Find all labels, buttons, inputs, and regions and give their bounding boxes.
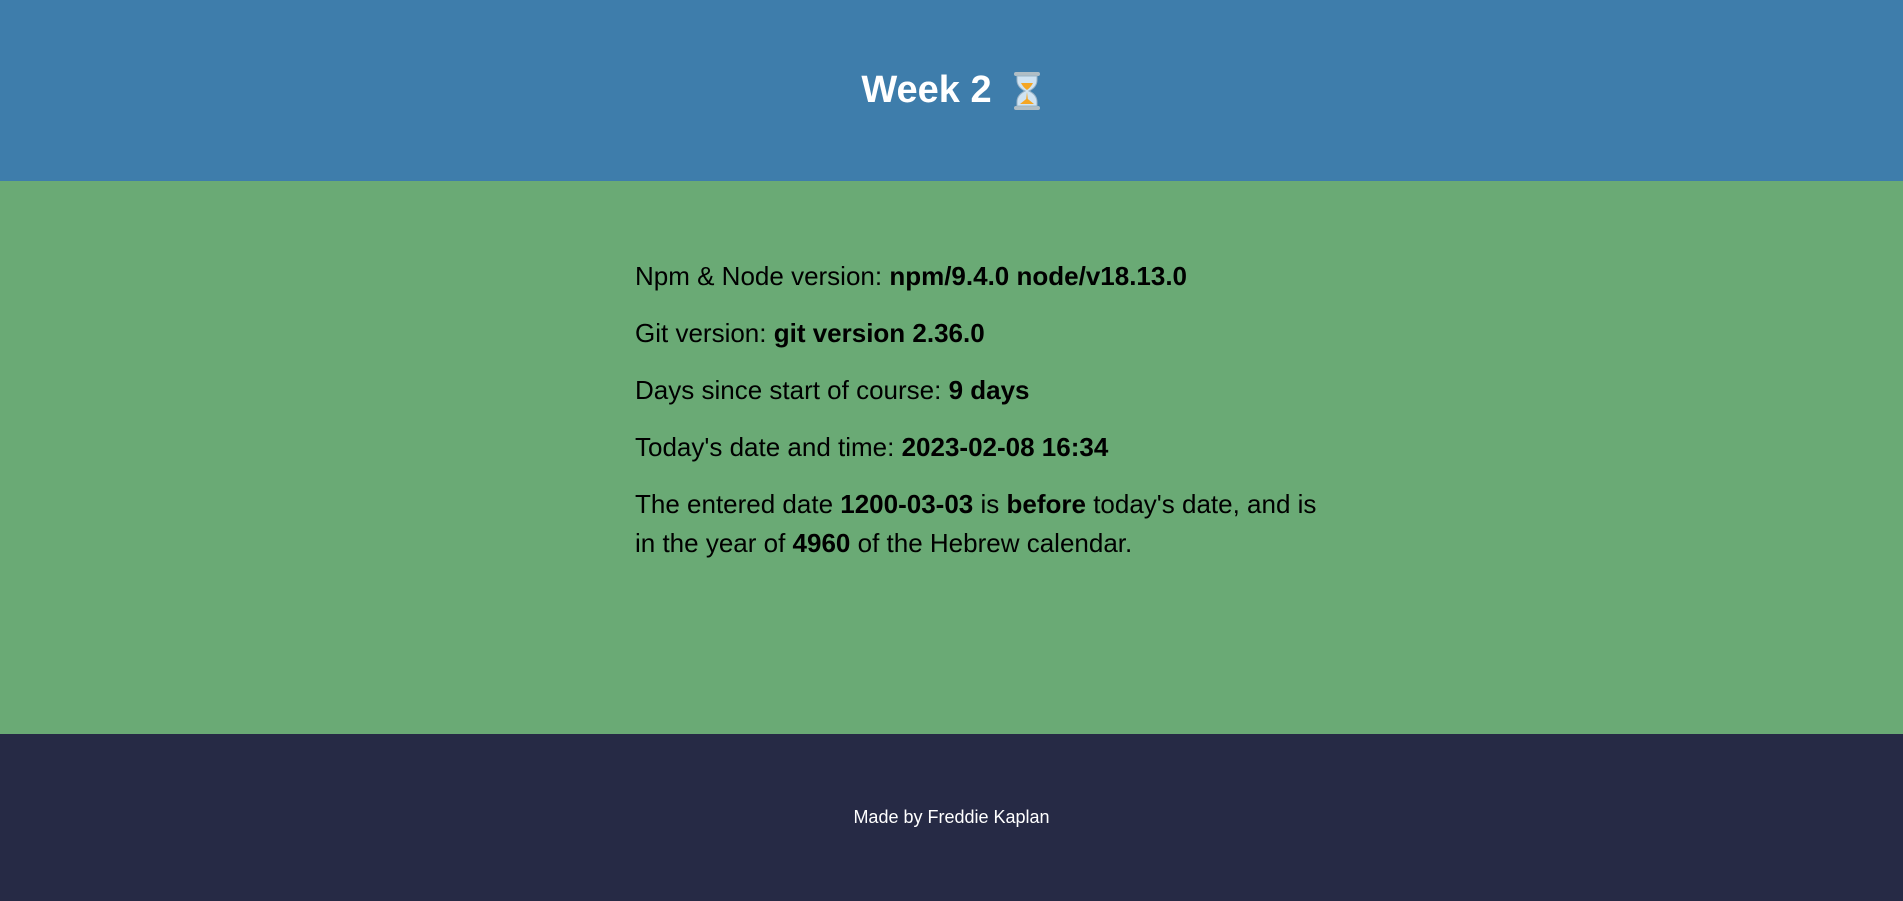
entered-suffix: of the Hebrew calendar. <box>850 528 1133 558</box>
npm-node-value: npm/9.4.0 node/v18.13.0 <box>889 261 1188 291</box>
days-since-start-line: Days since start of course: 9 days <box>635 371 1335 410</box>
today-label: Today's date and time: <box>635 432 902 462</box>
today-value: 2023-02-08 16:34 <box>901 432 1109 462</box>
entered-relation: before <box>1006 489 1086 519</box>
entered-is: is <box>973 489 1007 519</box>
footer-credit: Made by Freddie Kaplan <box>853 807 1050 827</box>
page-header: Week 2 <box>0 0 1903 181</box>
git-label: Git version: <box>635 318 774 348</box>
info-content: Npm & Node version: npm/9.4.0 node/v18.1… <box>635 257 1335 581</box>
npm-node-label: Npm & Node version: <box>635 261 890 291</box>
page-footer: Made by Freddie Kaplan <box>0 734 1903 901</box>
days-value: 9 days <box>948 375 1030 405</box>
git-version-line: Git version: git version 2.36.0 <box>635 314 1335 353</box>
today-date-line: Today's date and time: 2023-02-08 16:34 <box>635 428 1335 467</box>
page-title-text: Week 2 <box>861 69 992 111</box>
entered-date-line: The entered date 1200-03-03 is before to… <box>635 485 1335 563</box>
hourglass-icon <box>1012 71 1042 111</box>
hebrew-year-value: 4960 <box>792 528 851 558</box>
page-title: Week 2 <box>861 69 1041 112</box>
entered-prefix: The entered date <box>635 489 841 519</box>
npm-node-version-line: Npm & Node version: npm/9.4.0 node/v18.1… <box>635 257 1335 296</box>
git-value: git version 2.36.0 <box>773 318 985 348</box>
entered-date-value: 1200-03-03 <box>840 489 974 519</box>
days-label: Days since start of course: <box>635 375 949 405</box>
main-section: Npm & Node version: npm/9.4.0 node/v18.1… <box>0 181 1903 734</box>
